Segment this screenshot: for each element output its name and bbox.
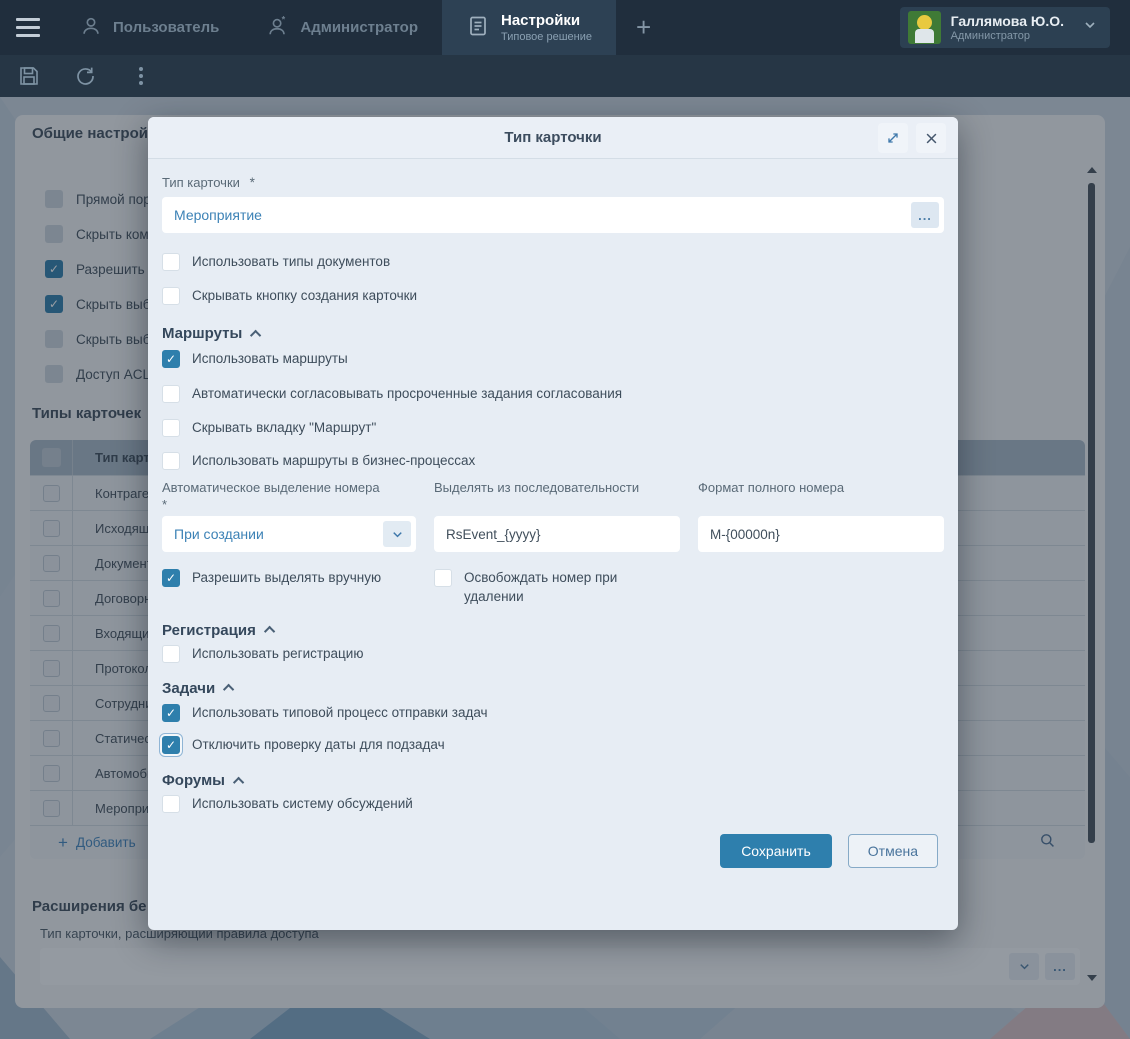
tab-settings-label: Настройки bbox=[501, 12, 592, 29]
refresh-icon bbox=[73, 64, 97, 88]
checkbox-row[interactable]: Использовать типы документов bbox=[162, 253, 944, 271]
checkbox-label: Использовать маршруты bbox=[192, 350, 348, 368]
checkbox[interactable] bbox=[162, 795, 180, 813]
checkbox[interactable] bbox=[162, 645, 180, 663]
section-forums: Форумы bbox=[162, 772, 944, 789]
collapse-icon[interactable] bbox=[250, 330, 261, 341]
card-type-field-label: Тип карточки bbox=[162, 175, 240, 190]
checkbox-row[interactable]: Скрывать кнопку создания карточки bbox=[162, 287, 944, 305]
ellipsis-icon: ... bbox=[918, 208, 932, 223]
save-button[interactable]: Сохранить bbox=[720, 834, 832, 868]
hamburger-menu-icon[interactable] bbox=[0, 0, 56, 55]
tab-admin[interactable]: * Администратор bbox=[243, 0, 442, 55]
card-type-input[interactable]: Мероприятие ... bbox=[162, 197, 944, 233]
checkbox-label: Скрывать вкладку "Маршрут" bbox=[192, 419, 376, 437]
checkbox-label: Автоматически согласовывать просроченные… bbox=[192, 385, 622, 403]
checkbox-label: Использовать регистрацию bbox=[192, 645, 363, 663]
checkbox-row[interactable]: Использовать маршруты bbox=[162, 350, 944, 368]
checkbox-label: Использовать типовой процесс отправки за… bbox=[192, 704, 488, 722]
svg-text:*: * bbox=[282, 15, 286, 24]
close-dialog-button[interactable] bbox=[916, 123, 946, 153]
checkbox-row[interactable]: Скрывать вкладку "Маршрут" bbox=[162, 419, 944, 437]
checkbox-row[interactable]: Использовать типовой процесс отправки за… bbox=[162, 704, 944, 722]
checkbox[interactable] bbox=[162, 253, 180, 271]
checkbox-row[interactable]: Использовать регистрацию bbox=[162, 645, 944, 663]
tab-user[interactable]: Пользователь bbox=[56, 0, 243, 55]
app-window: Пользователь * Администратор Настройки Т… bbox=[0, 0, 1130, 1039]
auto-number-select[interactable]: При создании bbox=[162, 516, 416, 552]
checkbox[interactable] bbox=[162, 350, 180, 368]
checkbox-row[interactable]: Использовать систему обсуждений bbox=[162, 795, 944, 813]
new-tab-button[interactable]: + bbox=[616, 0, 671, 55]
checkbox-label: Использовать маршруты в бизнес-процессах bbox=[192, 452, 475, 470]
checkbox-label: Разрешить выделять вручную bbox=[192, 569, 381, 587]
section-registration: Регистрация bbox=[162, 622, 944, 639]
auto-number-label: Автоматическое выделение номера* bbox=[162, 480, 416, 514]
checkbox[interactable] bbox=[162, 736, 180, 754]
card-type-picker-button[interactable]: ... bbox=[911, 202, 939, 228]
chevron-down-icon bbox=[390, 527, 405, 542]
dialog-header: Тип карточки bbox=[148, 117, 958, 159]
tab-settings[interactable]: Настройки Типовое решение bbox=[442, 0, 616, 55]
floppy-icon bbox=[17, 64, 41, 88]
user-star-icon: * bbox=[267, 15, 289, 41]
tab-admin-label: Администратор bbox=[300, 19, 418, 36]
collapse-icon[interactable] bbox=[233, 777, 244, 788]
tab-user-label: Пользователь bbox=[113, 19, 219, 36]
sequence-value: RsEvent_{yyyy} bbox=[446, 527, 541, 542]
checkbox-label: Освобождать номер при удалении bbox=[464, 569, 664, 605]
chevron-down-icon bbox=[1082, 17, 1098, 38]
card-type-value: Мероприятие bbox=[174, 207, 262, 223]
user-icon bbox=[80, 15, 102, 41]
document-icon bbox=[466, 14, 490, 42]
cancel-button[interactable]: Отмена bbox=[848, 834, 938, 868]
checkbox[interactable] bbox=[162, 287, 180, 305]
top-navbar: Пользователь * Администратор Настройки Т… bbox=[0, 0, 1130, 55]
checkbox-label: Использовать систему обсуждений bbox=[192, 795, 413, 813]
tab-settings-sublabel: Типовое решение bbox=[501, 31, 592, 44]
format-label: Формат полного номера bbox=[698, 480, 944, 514]
format-input[interactable]: М-{00000n} bbox=[698, 516, 944, 552]
page-content: Общие настройки Прямой поряд Скрыть комм… bbox=[0, 97, 1130, 1039]
checkbox-label: Использовать типы документов bbox=[192, 253, 390, 271]
card-type-dialog: Тип карточки bbox=[148, 117, 958, 930]
checkbox-row[interactable]: Использовать маршруты в бизнес-процессах bbox=[162, 452, 944, 470]
collapse-icon[interactable] bbox=[223, 684, 234, 695]
expand-dialog-button[interactable] bbox=[878, 123, 908, 153]
checkbox-row[interactable]: Отключить проверку даты для подзадач bbox=[162, 736, 944, 754]
dialog-title: Тип карточки bbox=[504, 129, 601, 146]
toolbar bbox=[0, 55, 1130, 97]
required-mark: * bbox=[250, 175, 255, 190]
expand-icon bbox=[885, 130, 901, 146]
collapse-icon[interactable] bbox=[264, 626, 275, 637]
user-name: Галлямова Ю.О. bbox=[951, 13, 1064, 29]
checkbox[interactable] bbox=[162, 704, 180, 722]
checkbox[interactable] bbox=[162, 569, 180, 587]
save-button[interactable] bbox=[14, 61, 44, 91]
checkbox-label: Скрывать кнопку создания карточки bbox=[192, 287, 417, 305]
avatar bbox=[908, 11, 941, 44]
section-tasks: Задачи bbox=[162, 680, 944, 697]
checkbox-label: Отключить проверку даты для подзадач bbox=[192, 736, 445, 754]
format-value: М-{00000n} bbox=[710, 527, 780, 542]
user-role: Администратор bbox=[951, 30, 1064, 43]
select-dropdown-button[interactable] bbox=[383, 521, 411, 547]
checkbox-row[interactable]: Освобождать номер при удалении bbox=[434, 569, 680, 605]
more-actions-button[interactable] bbox=[126, 61, 156, 91]
checkbox[interactable] bbox=[162, 452, 180, 470]
checkbox-row[interactable]: Разрешить выделять вручную bbox=[162, 569, 416, 605]
refresh-button[interactable] bbox=[70, 61, 100, 91]
auto-number-value: При создании bbox=[174, 526, 264, 542]
checkbox[interactable] bbox=[434, 569, 452, 587]
close-icon bbox=[924, 131, 939, 146]
checkbox[interactable] bbox=[162, 419, 180, 437]
checkbox[interactable] bbox=[162, 385, 180, 403]
section-routes: Маршруты bbox=[162, 325, 944, 342]
sequence-label: Выделять из последовательности bbox=[434, 480, 680, 514]
user-menu[interactable]: Галлямова Ю.О. Администратор bbox=[900, 7, 1110, 48]
sequence-input[interactable]: RsEvent_{yyyy} bbox=[434, 516, 680, 552]
kebab-icon bbox=[139, 67, 143, 85]
checkbox-row[interactable]: Автоматически согласовывать просроченные… bbox=[162, 385, 944, 403]
